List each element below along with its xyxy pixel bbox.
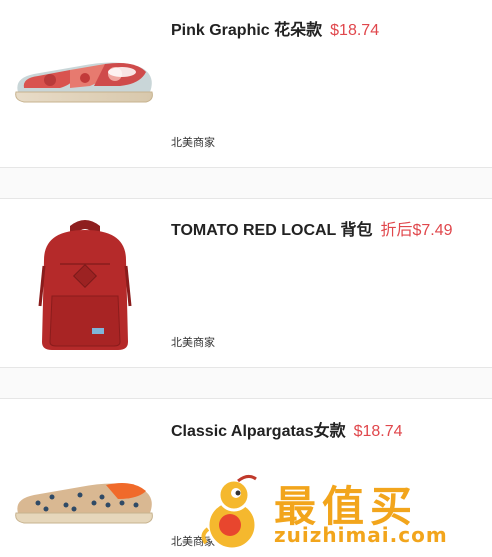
seller-label: 北美商家 xyxy=(171,337,215,349)
product-name[interactable]: TOMATO RED LOCAL 背包 xyxy=(171,222,373,239)
shoe-icon xyxy=(15,62,153,103)
gourd-logo-icon xyxy=(201,474,258,551)
product-title[interactable]: Classic Alpargatas女款 $18.74 xyxy=(171,417,403,441)
product-image-tan-shoe[interactable] xyxy=(10,449,160,557)
watermark-url: zuizhimai.com xyxy=(274,523,448,547)
product-title[interactable]: Pink Graphic 花朵款 $18.74 xyxy=(171,16,379,40)
seller-label: 北美商家 xyxy=(171,137,215,149)
product-price: 折后$7.49 xyxy=(380,222,453,239)
product-price: $18.74 xyxy=(353,423,403,440)
product-name[interactable]: Classic Alpargatas女款 xyxy=(171,423,346,440)
product-image-pink-shoe[interactable] xyxy=(10,8,160,158)
product-price: $18.74 xyxy=(330,22,380,39)
site-watermark: 最值买 zuizhimai.com xyxy=(194,471,484,551)
product-image-red-backpack[interactable] xyxy=(10,211,160,361)
card-spacer xyxy=(0,368,492,398)
product-name[interactable]: Pink Graphic 花朵款 xyxy=(171,22,322,39)
card-spacer xyxy=(0,168,492,198)
product-card-3[interactable]: Classic Alpargatas女款 $18.74 北美商家 最值买 zuiz… xyxy=(0,398,492,557)
shoe-icon xyxy=(15,483,153,524)
backpack-icon xyxy=(38,220,132,350)
product-card-2[interactable]: TOMATO RED LOCAL 背包 折后$7.49 北美商家 xyxy=(0,198,492,368)
product-title[interactable]: TOMATO RED LOCAL 背包 折后$7.49 xyxy=(171,216,453,240)
product-card-1[interactable]: Pink Graphic 花朵款 $18.74 北美商家 xyxy=(0,0,492,168)
